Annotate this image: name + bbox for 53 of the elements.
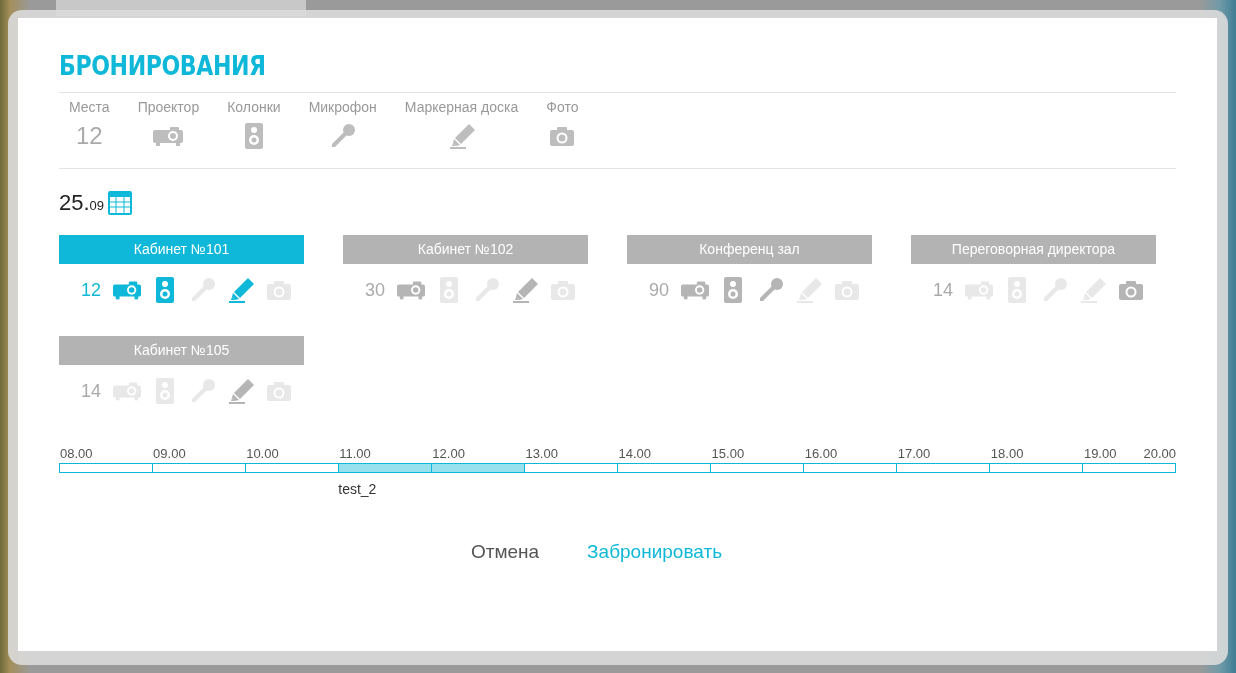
- time-slot[interactable]: [432, 463, 525, 473]
- room-tab[interactable]: Переговорная директора: [911, 235, 1156, 264]
- marker-icon: [447, 123, 476, 149]
- hour-label: 10.00: [246, 445, 279, 463]
- seat-count: 30: [365, 278, 386, 302]
- hour-label: 11.00: [339, 445, 371, 463]
- hour-label: 13.00: [525, 445, 558, 463]
- speaker-icon: [244, 123, 263, 149]
- hour-label: 09.00: [153, 445, 186, 463]
- time-slot[interactable]: [153, 463, 246, 473]
- feature-label: Проектор: [137, 98, 200, 116]
- dialog-title: БРОНИРОВАНИЯ: [59, 50, 266, 83]
- microphone-icon: [329, 123, 356, 149]
- camera-icon: [550, 126, 575, 146]
- time-slot[interactable]: [1083, 463, 1176, 473]
- time-slot[interactable]: [990, 463, 1083, 473]
- time-slot[interactable]: [897, 463, 990, 473]
- date-text: 25.09: [59, 192, 105, 214]
- seat-count: 90: [649, 278, 670, 302]
- feature-label: Места: [69, 98, 110, 116]
- hour-label: 16.00: [804, 445, 838, 463]
- time-slot[interactable]: [525, 463, 618, 473]
- hour-label: 18.00: [990, 445, 1024, 463]
- feature-label: Микрофон: [308, 98, 377, 116]
- room-tab[interactable]: Конференц зал: [627, 235, 872, 264]
- seat-count: 14: [81, 379, 102, 403]
- hour-label: 17.00: [897, 445, 931, 463]
- time-slot[interactable]: [804, 463, 897, 473]
- room-tab[interactable]: Кабинет №102: [343, 235, 588, 264]
- book-button[interactable]: Забронировать: [587, 538, 723, 567]
- hour-label: 19.00: [1083, 445, 1117, 463]
- feature-label: Маркерная доска: [404, 98, 519, 116]
- booking-label: test_2: [338, 480, 377, 499]
- room-tab[interactable]: Кабинет №105: [59, 336, 304, 365]
- time-slot[interactable]: [246, 463, 339, 473]
- feature-label: Фото: [546, 98, 579, 116]
- hour-label: 14.00: [618, 445, 652, 463]
- hour-label: 15.00: [711, 445, 745, 463]
- time-slot[interactable]: [618, 463, 711, 473]
- cancel-button[interactable]: Отмена: [470, 538, 540, 567]
- seat-count: 12: [81, 278, 102, 302]
- time-slot[interactable]: [59, 463, 153, 473]
- hour-label: 12.00: [432, 445, 465, 463]
- time-slot[interactable]: [711, 463, 804, 473]
- projector-icon: [153, 125, 184, 147]
- calendar-icon[interactable]: [108, 191, 133, 215]
- time-slot[interactable]: [339, 463, 432, 473]
- room-tab[interactable]: Кабинет №101: [59, 235, 304, 264]
- seat-count: 14: [933, 278, 954, 302]
- feature-label: Колонки: [227, 98, 281, 116]
- seat-count: 12: [75, 121, 103, 151]
- hour-label: 20.00: [1143, 445, 1176, 463]
- hour-label: 08.00: [60, 445, 93, 463]
